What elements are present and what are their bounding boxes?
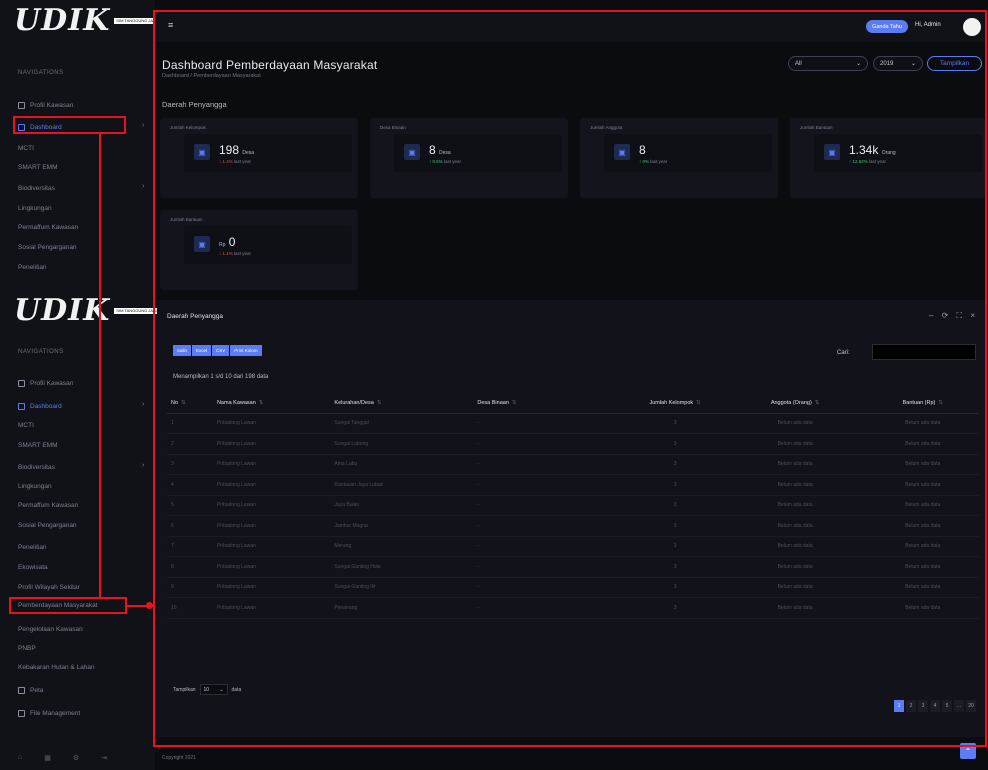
sidebar-item-label: Penelitian: [18, 543, 47, 551]
annotation-dot: [146, 602, 153, 609]
sidebar-item[interactable]: Profil Kawasan: [18, 100, 138, 110]
arrow-up-icon: ⌃: [964, 746, 972, 756]
sidebar-item[interactable]: File Management: [18, 708, 138, 718]
settings-icon[interactable]: ⚙: [73, 754, 79, 762]
sidebar-item[interactable]: MCTI: [18, 143, 138, 153]
sidebar-item[interactable]: Permaffum Kawasan: [18, 222, 138, 232]
sidebar-item[interactable]: Biodiversitas: [18, 462, 138, 472]
sidebar-footer-icons: ⌂ ▦ ⚙ ⇥: [18, 754, 107, 762]
sidebar-item[interactable]: Kebakaran Hutan & Lahan: [18, 662, 138, 672]
sidebar-item[interactable]: Lingkungan: [18, 203, 138, 213]
sidebar-item-label: Pengelolaan Kawasan: [18, 625, 83, 633]
sidebar-item[interactable]: Sosial Pengarganan: [18, 242, 138, 252]
sidebar-item-label: SMART EMM: [18, 163, 58, 171]
sidebar-item-label: Lingkungan: [18, 482, 52, 490]
sidebar-item[interactable]: MCTI: [18, 420, 138, 430]
sidebar-item-label: Lingkungan: [18, 204, 52, 212]
sidebar-item[interactable]: Biodiversitas: [18, 183, 138, 193]
nav-section-label: NAVIGATIONS: [18, 70, 64, 76]
nav-section-label: NAVIGATIONS: [18, 349, 64, 355]
sidebar-item[interactable]: Profil Kawasan: [18, 378, 138, 388]
sidebar-item-label: Biodiversitas: [18, 184, 55, 192]
annotation-connector-vertical: [99, 134, 101, 597]
annotation-pemberdayaan-box: [9, 597, 127, 614]
sidebar-item-label: MCTI: [18, 421, 34, 429]
sidebar-item[interactable]: Ekowisata: [18, 562, 138, 572]
grid-icon[interactable]: ▦: [44, 754, 51, 762]
sidebar-item[interactable]: Penelitian: [18, 262, 138, 272]
map-icon: [18, 101, 25, 109]
map-icon: [18, 686, 25, 694]
sidebar-item-label: Kebakaran Hutan & Lahan: [18, 663, 95, 671]
sidebar-item[interactable]: Permaffum Kawasan: [18, 500, 138, 510]
sidebar-item-label: PNBP: [18, 644, 36, 652]
sidebar-item[interactable]: SMART EMM: [18, 162, 138, 172]
sidebar-item-label: Profil Kawasan: [30, 101, 74, 109]
home-icon[interactable]: ⌂: [18, 754, 22, 762]
sidebar-item-label: Ekowisata: [18, 563, 48, 571]
sidebar-lower: [0, 290, 155, 770]
logout-icon[interactable]: ⇥: [101, 754, 107, 762]
sidebar-item-label: Dashboard: [30, 402, 62, 410]
sidebar-item-label: Peta: [30, 686, 44, 694]
sidebar-item[interactable]: Pengelolaan Kawasan: [18, 624, 138, 634]
sidebar-item-label: Sosial Pengarganan: [18, 243, 77, 251]
sidebar-item-label: MCTI: [18, 144, 34, 152]
sidebar-item[interactable]: Penelitian: [18, 542, 138, 552]
sidebar-item-label: SMART EMM: [18, 441, 58, 449]
map-icon: [18, 379, 25, 387]
sidebar-item-label: File Management: [30, 709, 81, 717]
sidebar-item[interactable]: Lingkungan: [18, 481, 138, 491]
annotation-content-box: [153, 10, 987, 747]
sidebar-item-label: Biodiversitas: [18, 463, 55, 471]
sidebar-item-label: Profil Kawasan: [30, 379, 74, 387]
sidebar-item-label: Penelitian: [18, 263, 47, 271]
chevron-right-icon: ›: [142, 122, 145, 129]
dashboard-icon: [18, 402, 25, 410]
sidebar-item-label: Sosial Pengarganan: [18, 521, 77, 529]
sidebar-item-label: Profil Wilayah Sekitar: [18, 583, 80, 591]
footer-copyright: Copyright 2021: [162, 755, 196, 761]
sidebar-item[interactable]: Dashboard: [18, 401, 138, 411]
chevron-right-icon: ›: [142, 183, 145, 190]
sidebar-item[interactable]: Sosial Pengarganan: [18, 520, 138, 530]
sidebar-item-label: Permaffum Kawasan: [18, 501, 79, 509]
chevron-right-icon: ›: [142, 462, 145, 469]
sidebar-item[interactable]: Profil Wilayah Sekitar: [18, 582, 138, 592]
sidebar-item[interactable]: SMART EMM: [18, 440, 138, 450]
chevron-right-icon: ›: [142, 401, 145, 408]
sidebar-item[interactable]: Peta: [18, 685, 138, 695]
sidebar-item[interactable]: PNBP: [18, 643, 138, 653]
annotation-dashboard-box: [13, 116, 126, 134]
sidebar-item-label: Permaffum Kawasan: [18, 223, 79, 231]
folder-icon: [18, 709, 25, 717]
